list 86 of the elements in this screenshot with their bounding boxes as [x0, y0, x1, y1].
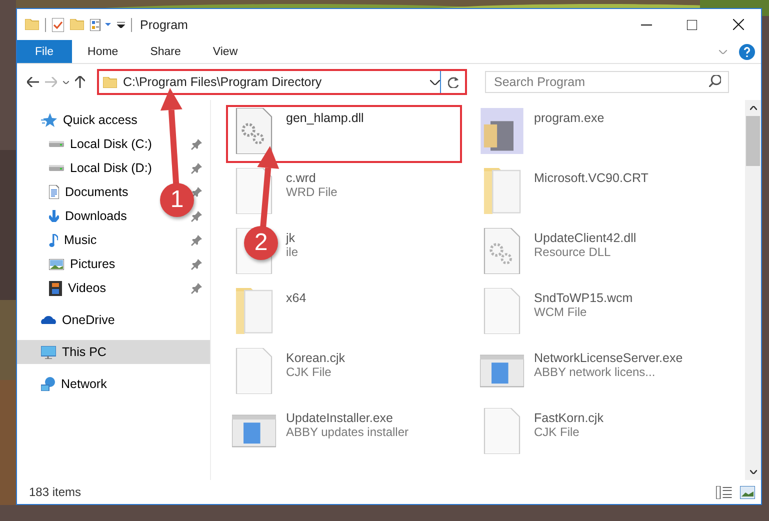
window-title: Program — [140, 18, 188, 32]
item-count: 183 items — [29, 485, 82, 499]
sidebar-item[interactable]: Videos — [17, 276, 210, 300]
drive-icon — [49, 165, 64, 171]
file-name: FastKorn.cjk — [534, 411, 604, 425]
sidebar-label: Network — [61, 377, 107, 391]
sidebar-item[interactable]: This PC — [17, 340, 210, 364]
picture-icon — [49, 258, 64, 270]
checklist-icon[interactable] — [52, 18, 64, 32]
file-name: SndToWP15.wcm — [534, 291, 633, 305]
caret-icon — [63, 80, 69, 84]
music-note-icon — [49, 234, 58, 246]
close-icon — [732, 19, 744, 30]
sidebar-item[interactable]: Local Disk (C:) — [17, 132, 210, 156]
file-name: gen_hlamp.dll — [286, 111, 364, 125]
file-type: CJK File — [286, 365, 332, 379]
ribbon-tab[interactable]: View — [196, 40, 254, 63]
chevron-down-icon[interactable] — [430, 80, 440, 84]
sidebar-label: Music — [64, 233, 97, 247]
film-icon — [49, 280, 62, 296]
file-name: NetworkLicenseServer.exe — [534, 351, 683, 365]
document-icon — [49, 185, 59, 199]
refresh-icon — [448, 76, 458, 88]
sidebar-label: Videos — [68, 281, 106, 295]
file-type: WRD File — [286, 185, 338, 199]
file-name: jk — [286, 231, 296, 245]
maximize-icon — [687, 20, 697, 30]
search-icon[interactable] — [709, 75, 721, 87]
monitor-icon — [41, 346, 56, 358]
up-icon — [75, 76, 85, 88]
file-name: UpdateClient42.dll — [534, 231, 636, 245]
ribbon-tab[interactable]: Share — [134, 40, 197, 63]
file-name: program.exe — [534, 111, 604, 125]
file-type: CJK File — [534, 425, 580, 439]
file-type: ABBY network licens... — [534, 365, 656, 379]
file-type: Resource DLL — [534, 245, 612, 259]
sidebar-item[interactable]: OneDrive — [17, 308, 210, 332]
sidebar-label: Downloads — [65, 209, 127, 223]
scroll-down-icon[interactable] — [750, 470, 756, 474]
sidebar-item[interactable]: Music — [17, 228, 210, 252]
drive-icon — [49, 141, 64, 147]
properties-icon[interactable] — [90, 18, 111, 30]
network-icon — [41, 377, 55, 391]
back-icon — [27, 77, 39, 87]
cloud-icon — [41, 316, 56, 324]
file-name: x64 — [286, 291, 306, 305]
back-button[interactable] — [27, 77, 39, 87]
new-folder-icon[interactable] — [70, 19, 84, 30]
scrollbar[interactable] — [745, 100, 761, 480]
file-type: WCM File — [534, 305, 588, 319]
file-name: Microsoft.VC90.CRT — [534, 171, 648, 185]
address-bar[interactable]: C:\Program Files\Program Directory — [97, 69, 467, 95]
ribbon-tab[interactable]: File — [17, 40, 72, 63]
star-icon — [41, 113, 57, 127]
caret-icon[interactable] — [117, 22, 125, 28]
large-icons-view-icon[interactable] — [740, 486, 755, 498]
application-icon[interactable] — [480, 108, 524, 154]
folder-icon[interactable] — [25, 19, 39, 30]
scroll-up-icon[interactable] — [750, 106, 756, 110]
details-view-icon[interactable] — [716, 486, 732, 498]
sidebar-label: Local Disk (D:) — [70, 161, 152, 175]
up-button[interactable] — [75, 76, 85, 88]
ribbon-tab[interactable]: Home — [72, 40, 134, 63]
recent-locations-button[interactable] — [63, 80, 69, 84]
address-path: C:\Program Files\Program Directory — [123, 75, 323, 89]
file-type: ile — [286, 245, 298, 259]
file-name: Korean.cjk — [286, 351, 346, 365]
download-icon — [49, 210, 59, 222]
sidebar-item[interactable]: Network — [17, 372, 210, 396]
sidebar-label: OneDrive — [62, 313, 115, 327]
file-name: UpdateInstaller.exe — [286, 411, 394, 425]
search-field[interactable]: Search Program — [485, 71, 729, 93]
sidebar-item[interactable]: Local Disk (D:) — [17, 156, 210, 180]
sidebar-label: Documents — [65, 185, 128, 199]
scroll-thumb[interactable] — [746, 116, 760, 166]
folder-icon — [103, 76, 117, 88]
sidebar-label: Pictures — [70, 257, 116, 271]
sidebar-item[interactable]: Pictures — [17, 252, 210, 276]
sidebar-label: Local Disk (C:) — [70, 137, 152, 151]
sidebar-item[interactable]: Quick access — [17, 108, 210, 132]
sidebar-label: Quick access — [63, 113, 138, 127]
help-icon[interactable] — [739, 44, 755, 60]
sidebar-label: This PC — [62, 345, 106, 359]
forward-icon — [45, 77, 57, 87]
file-type: ABBY updates installer — [286, 425, 409, 439]
file-name: c.wrd — [286, 171, 317, 185]
